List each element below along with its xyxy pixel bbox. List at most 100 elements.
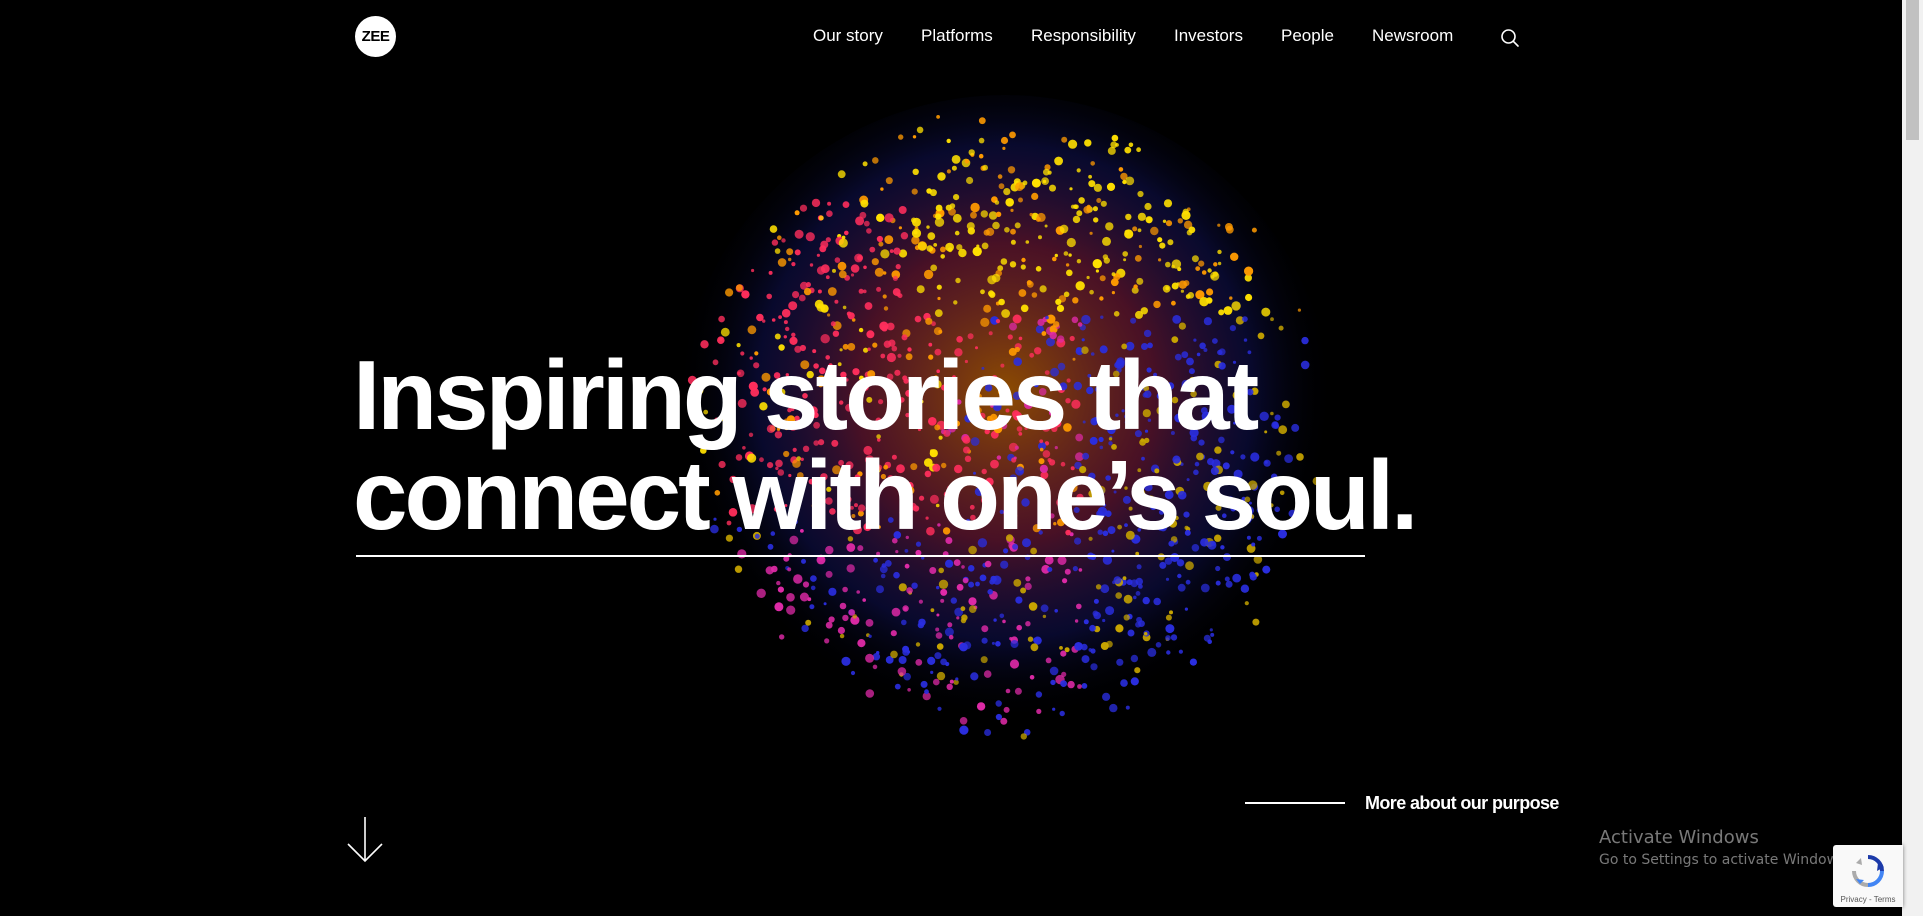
particle bbox=[946, 169, 951, 174]
particle bbox=[1100, 200, 1107, 207]
particle bbox=[1078, 568, 1083, 572]
particle bbox=[935, 627, 940, 632]
particle bbox=[1072, 566, 1078, 572]
particle bbox=[1065, 263, 1070, 267]
particle bbox=[988, 290, 995, 297]
particle bbox=[1071, 316, 1079, 324]
particle bbox=[988, 211, 998, 220]
particle bbox=[1249, 573, 1257, 581]
particle bbox=[1072, 215, 1081, 224]
particle bbox=[1024, 582, 1032, 590]
particle bbox=[1081, 314, 1091, 325]
particle bbox=[1137, 190, 1144, 198]
particle bbox=[918, 599, 923, 604]
particle bbox=[995, 319, 1001, 324]
particle bbox=[1232, 573, 1242, 583]
particle bbox=[980, 656, 988, 664]
particle bbox=[1115, 624, 1124, 633]
particle bbox=[794, 249, 801, 256]
particle bbox=[956, 583, 964, 591]
particle bbox=[1068, 253, 1072, 257]
recaptcha-badge[interactable]: Privacy - Terms bbox=[1833, 845, 1903, 907]
particle bbox=[926, 225, 930, 229]
particle bbox=[834, 257, 841, 263]
particle bbox=[1072, 297, 1079, 304]
particle bbox=[950, 597, 957, 604]
vertical-scrollbar[interactable] bbox=[1902, 0, 1923, 916]
particle bbox=[876, 651, 880, 655]
particle bbox=[1040, 604, 1049, 613]
particle bbox=[863, 265, 867, 270]
particle bbox=[783, 335, 787, 339]
particle bbox=[1036, 708, 1042, 715]
particle bbox=[1262, 565, 1271, 574]
recaptcha-terms: Privacy - Terms bbox=[1840, 895, 1896, 904]
particle bbox=[1203, 317, 1212, 326]
particle bbox=[1047, 170, 1052, 175]
particle bbox=[1109, 703, 1118, 713]
nav-item-platforms[interactable]: Platforms bbox=[921, 24, 993, 48]
particle bbox=[1165, 624, 1175, 634]
particle bbox=[802, 581, 810, 588]
particle bbox=[984, 729, 992, 736]
particle bbox=[1026, 280, 1034, 288]
particle bbox=[879, 321, 889, 331]
particle bbox=[1115, 592, 1122, 599]
nav-item-responsibility[interactable]: Responsibility bbox=[1031, 24, 1136, 48]
nav-item-people[interactable]: People bbox=[1281, 24, 1334, 48]
particle bbox=[1240, 584, 1250, 593]
particle bbox=[1052, 256, 1057, 262]
particle bbox=[945, 559, 954, 568]
particle bbox=[718, 315, 725, 323]
particle bbox=[827, 313, 831, 317]
particle bbox=[1207, 268, 1212, 273]
particle bbox=[1134, 667, 1141, 674]
particle bbox=[1163, 199, 1173, 208]
particle bbox=[810, 575, 817, 582]
nav-item-our-story[interactable]: Our story bbox=[813, 24, 883, 48]
particle bbox=[967, 333, 974, 340]
particle bbox=[967, 565, 975, 572]
particle bbox=[1301, 336, 1309, 345]
particle bbox=[1061, 671, 1067, 678]
recaptcha-icon bbox=[1852, 855, 1884, 887]
particle bbox=[1125, 705, 1130, 710]
scrollbar-thumb[interactable] bbox=[1906, 0, 1919, 140]
particle bbox=[866, 330, 875, 339]
particle bbox=[1198, 260, 1205, 267]
particle bbox=[1146, 216, 1153, 224]
particle bbox=[857, 255, 863, 261]
particle bbox=[865, 689, 875, 698]
particle bbox=[1125, 213, 1132, 221]
particle bbox=[807, 597, 812, 602]
particle bbox=[1157, 237, 1163, 243]
particle bbox=[940, 658, 947, 666]
particle bbox=[1093, 611, 1101, 620]
particle bbox=[884, 235, 894, 245]
particle bbox=[1133, 595, 1137, 600]
particle bbox=[1177, 218, 1183, 224]
particle bbox=[995, 700, 1002, 707]
particle bbox=[862, 598, 866, 602]
particle bbox=[1105, 606, 1115, 616]
arrow-down-icon[interactable] bbox=[345, 815, 385, 865]
search-icon[interactable] bbox=[1499, 27, 1521, 49]
particle bbox=[883, 306, 889, 311]
particle bbox=[876, 213, 885, 222]
particle bbox=[1076, 259, 1082, 264]
particle bbox=[1069, 187, 1073, 191]
particle bbox=[1025, 576, 1031, 582]
particle bbox=[810, 585, 816, 591]
particle bbox=[1010, 228, 1016, 235]
particle bbox=[1153, 597, 1161, 606]
nav-item-investors[interactable]: Investors bbox=[1174, 24, 1243, 48]
nav-item-newsroom[interactable]: Newsroom bbox=[1372, 24, 1453, 48]
particle bbox=[1165, 286, 1170, 291]
particle bbox=[820, 264, 830, 274]
cta-label: More about our purpose bbox=[1365, 792, 1559, 813]
particle bbox=[1002, 619, 1006, 624]
more-about-purpose-link[interactable]: More about our purpose bbox=[1245, 790, 1559, 816]
particle bbox=[1217, 223, 1221, 227]
particle bbox=[940, 598, 945, 603]
particle bbox=[976, 702, 986, 711]
